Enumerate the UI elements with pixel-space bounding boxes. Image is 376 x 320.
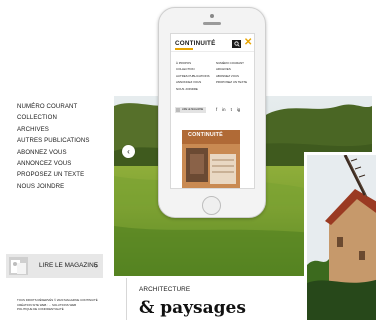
windmill-image (304, 152, 376, 320)
mobile-header: CONTINUITÉ ✕ (171, 34, 254, 52)
nav-item-numero-courant[interactable]: NUMÉRO COURANT (17, 101, 113, 112)
facebook-icon[interactable]: f (216, 107, 217, 113)
twitter-icon[interactable]: t (231, 107, 232, 113)
search-icon (233, 41, 240, 47)
social-links: f in t ig (216, 107, 240, 113)
read-magazine-label: LIRE LE MAGAZINE (39, 262, 98, 269)
nav-item-annoncez-vous[interactable]: ANNONCEZ VOUS (17, 158, 113, 169)
read-magazine-button[interactable]: LIRE LE MAGAZINE › (6, 254, 103, 278)
magazine-thumbnail (9, 257, 28, 275)
camera-dot (210, 14, 214, 18)
mini-magazine-thumbnail (176, 108, 180, 112)
mobile-screen: CONTINUITÉ ✕ À PROPOS COLLECTION AUTRES … (170, 33, 255, 189)
magazine-cover-image[interactable]: CONTINUITÉ (182, 130, 240, 188)
phone-mockup: CONTINUITÉ ✕ À PROPOS COLLECTION AUTRES … (158, 7, 266, 218)
content-divider (126, 278, 127, 320)
cover-title: CONTINUITÉ (188, 132, 223, 138)
logo-accent-bar (175, 48, 193, 50)
chevron-right-icon: › (95, 260, 98, 270)
nav-item-autres-publications[interactable]: AUTRES PUBLICATIONS (17, 135, 113, 146)
nav-item-collection[interactable]: COLLECTION (17, 112, 113, 123)
linkedin-icon[interactable]: in (222, 107, 225, 113)
article-category[interactable]: ARCHITECTURE (139, 286, 190, 293)
carousel-prev-button[interactable]: ‹ (122, 145, 135, 158)
mobile-read-magazine-button[interactable]: LIRE LE MAGAZINE (175, 107, 206, 113)
mobile-action-bar: LIRE LE MAGAZINE f in t ig (175, 107, 252, 113)
speaker-grille (203, 22, 221, 25)
mobile-menu-proposez-un-texte[interactable]: PROPOSEZ UN TEXTE (216, 79, 247, 85)
mobile-menu-left: À PROPOS COLLECTION AUTRES PUBLICATIONS … (176, 60, 210, 92)
mobile-menu-nous-joindre[interactable]: NOUS JOINDRE (176, 86, 210, 92)
nav-item-archives[interactable]: ARCHIVES (17, 124, 113, 135)
legal-footer: TOUS DROITS RÉSERVÉS © 2020 MAGAZINE CON… (17, 298, 117, 312)
mobile-read-label: LIRE LE MAGAZINE (182, 109, 204, 111)
nav-item-abonnez-vous[interactable]: ABONNEZ VOUS (17, 147, 113, 158)
privacy-link[interactable]: POLITIQUE DE CONFIDENTIALITÉ (17, 307, 117, 312)
main-nav: NUMÉRO COURANT COLLECTION ARCHIVES AUTRE… (17, 101, 113, 192)
home-button[interactable] (202, 196, 221, 215)
nav-item-proposez-un-texte[interactable]: PROPOSEZ UN TEXTE (17, 169, 113, 180)
article-title[interactable]: & paysages (139, 297, 246, 319)
instagram-icon[interactable]: ig (237, 107, 240, 113)
close-icon[interactable]: ✕ (244, 38, 252, 48)
mobile-menu-right: NUMÉRO COURANT ARCHIVES ABONNEZ VOUS PRO… (216, 60, 247, 86)
mobile-search-button[interactable] (232, 40, 241, 48)
nav-item-nous-joindre[interactable]: NOUS JOINDRE (17, 181, 113, 192)
mobile-logo[interactable]: CONTINUITÉ (175, 40, 215, 47)
